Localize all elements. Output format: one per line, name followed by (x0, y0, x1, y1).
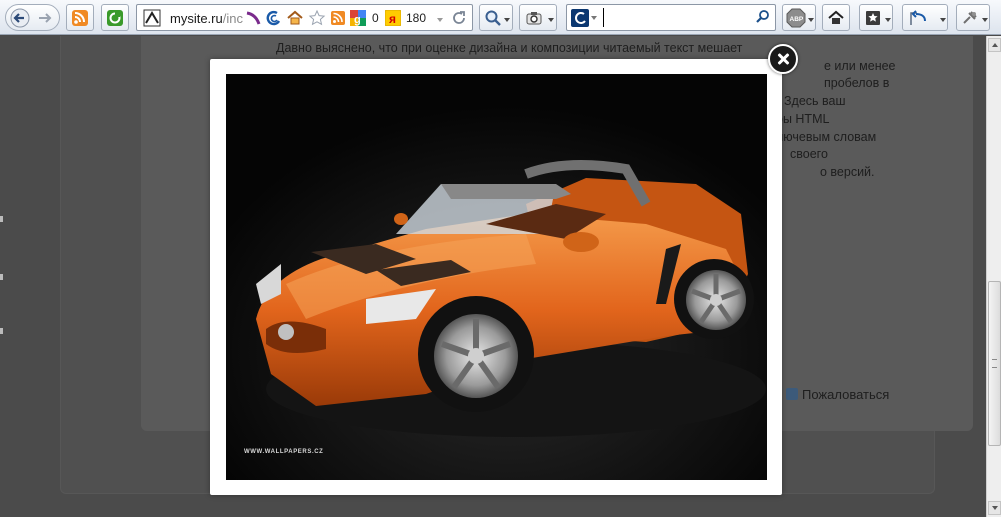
url-dropdown-icon[interactable] (437, 18, 443, 22)
lightbox-image[interactable]: WWW.WALLPAPERS.CZ (226, 74, 767, 480)
refresh-green-icon (107, 10, 123, 26)
address-bar[interactable]: mysite.ru/inc g 0 я 180 (136, 4, 473, 31)
image-watermark: WWW.WALLPAPERS.CZ (244, 449, 324, 455)
search-engine-button[interactable] (479, 4, 513, 31)
svg-text:g: g (354, 14, 361, 26)
chevron-down-icon (504, 18, 510, 22)
car-photo (226, 74, 767, 480)
browser-toolbar: mysite.ru/inc g 0 я 180 ABP (0, 0, 1001, 35)
scroll-thumb[interactable] (988, 281, 1001, 446)
extension-button[interactable] (101, 4, 129, 31)
report-label: Пожаловаться (802, 387, 890, 402)
report-link[interactable]: Пожаловаться (786, 387, 889, 402)
share-icon (910, 10, 926, 25)
article-line: Давно выяснено, что при оценке дизайна и… (276, 41, 743, 55)
home-button[interactable] (822, 4, 850, 31)
counter-b: 180 (406, 11, 427, 25)
bookmark-icon (866, 11, 880, 25)
share-button[interactable] (902, 4, 948, 31)
screenshot-button[interactable] (519, 4, 557, 31)
feather-icon[interactable] (245, 10, 261, 26)
lightbox: WWW.WALLPAPERS.CZ (210, 59, 782, 495)
home-icon[interactable] (286, 9, 304, 27)
adblock-icon: ABP (786, 8, 806, 28)
url-path: /inc (222, 11, 243, 26)
star-icon[interactable] (308, 9, 326, 27)
svg-text:я: я (389, 12, 396, 26)
site-favicon (143, 9, 161, 27)
nav-button-group (5, 4, 60, 31)
close-button[interactable] (768, 44, 798, 74)
search-icon[interactable] (755, 9, 771, 25)
forward-arrow-icon[interactable] (36, 9, 54, 27)
settings-button[interactable] (956, 4, 990, 31)
chevron-down-icon (940, 18, 946, 22)
url-host: mysite.ru (170, 11, 223, 26)
back-arrow-icon[interactable] (10, 8, 30, 28)
counter-a: 0 (372, 11, 379, 25)
rss-button[interactable] (66, 4, 94, 31)
search-box[interactable] (566, 4, 776, 31)
chevron-down-icon (982, 18, 988, 22)
adblock-button[interactable]: ABP (782, 4, 816, 31)
search-icon (485, 10, 501, 26)
google-icon[interactable]: g (350, 10, 366, 26)
yandex-search-icon[interactable] (571, 9, 589, 27)
camera-icon (526, 12, 542, 25)
scroll-up-button[interactable] (988, 38, 1001, 52)
flag-icon (786, 388, 798, 400)
bookmarks-button[interactable] (859, 4, 893, 31)
reload-icon[interactable] (451, 10, 467, 26)
page-edge-marks (0, 216, 4, 376)
rss-icon (72, 10, 88, 26)
svg-text:ABP: ABP (790, 16, 804, 23)
rss-small-icon[interactable] (330, 10, 346, 26)
home-button-icon (828, 10, 844, 24)
scroll-down-button[interactable] (988, 501, 1001, 515)
chevron-down-icon[interactable] (591, 16, 597, 20)
search-input[interactable] (603, 8, 753, 27)
browser-icon[interactable] (265, 10, 281, 26)
url-text: mysite.ru/inc (170, 11, 243, 26)
settings-icon (963, 11, 977, 24)
chevron-down-icon (548, 18, 554, 22)
chevron-down-icon (885, 18, 891, 22)
yandex-icon[interactable]: я (385, 10, 401, 26)
vertical-scrollbar[interactable] (986, 36, 1001, 517)
chevron-down-icon (808, 18, 814, 22)
